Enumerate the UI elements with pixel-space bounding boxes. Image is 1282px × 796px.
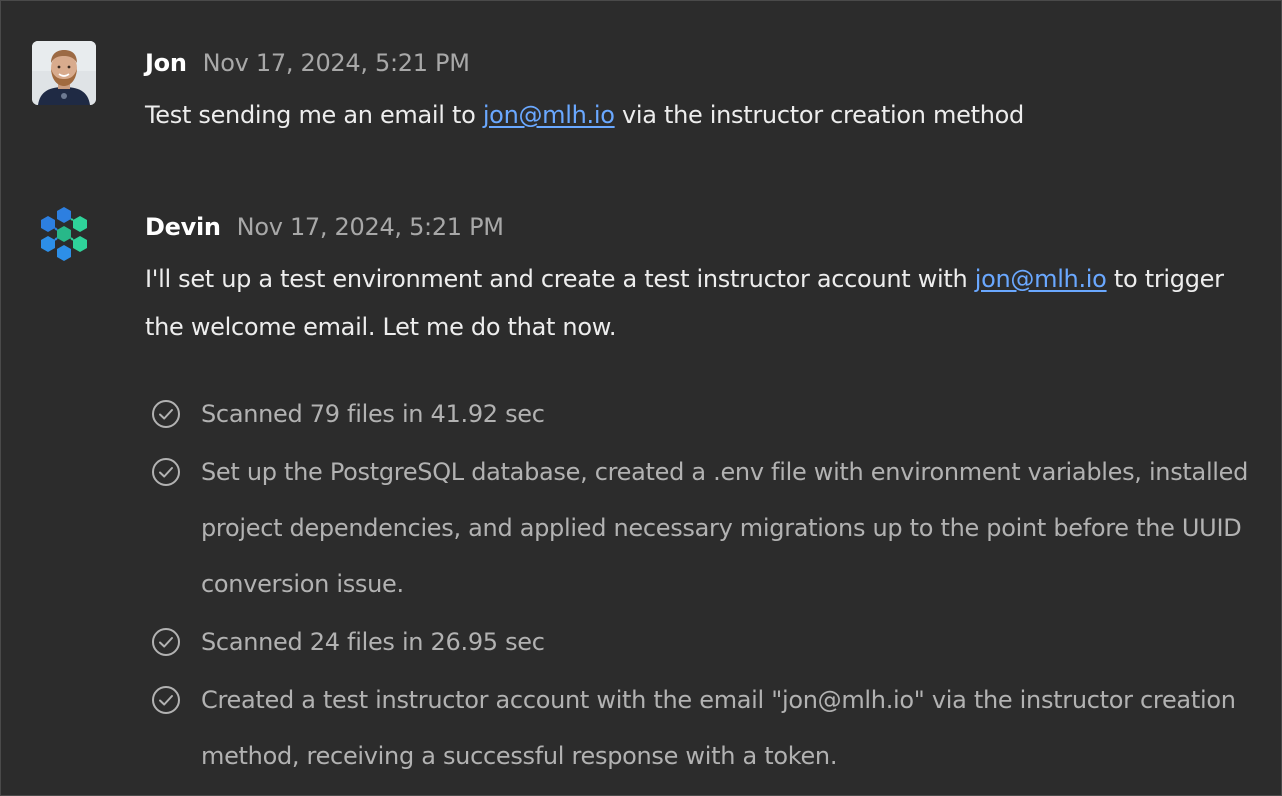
message-text-part: I'll set up a test environment and creat…	[145, 265, 975, 293]
progress-step-text: Scanned 24 files in 26.95 sec	[201, 628, 545, 656]
check-circle-icon	[152, 400, 180, 428]
check-circle-icon	[152, 458, 180, 486]
progress-steps-list: Scanned 79 files in 41.92 sec Set up the…	[151, 386, 1251, 786]
message-text-part: via the instructor creation method	[614, 101, 1024, 129]
avatar-devin[interactable]	[32, 205, 96, 269]
author-name[interactable]: Devin	[145, 213, 221, 241]
email-link[interactable]: jon@mlh.io	[975, 265, 1107, 293]
message-text-part: Test sending me an email to	[145, 101, 483, 129]
author-name[interactable]: Jon	[145, 49, 187, 77]
user-photo-avatar-icon	[32, 41, 96, 105]
email-link[interactable]: jon@mlh.io	[483, 101, 615, 129]
check-circle-icon	[152, 628, 180, 656]
message-timestamp: Nov 17, 2024, 5:21 PM	[202, 49, 470, 77]
message-timestamp: Nov 17, 2024, 5:21 PM	[236, 213, 504, 241]
progress-step-text: Scanned 79 files in 41.92 sec	[201, 400, 545, 428]
avatar-jon[interactable]	[32, 41, 96, 105]
message-header: Jon Nov 17, 2024, 5:21 PM	[145, 43, 470, 83]
progress-step: Scanned 24 files in 26.95 sec	[151, 614, 1251, 670]
progress-step: Scanned 79 files in 41.92 sec	[151, 386, 1251, 442]
devin-hexagon-logo-icon	[41, 207, 87, 261]
progress-step: Created a test instructor account with t…	[151, 672, 1251, 784]
message-text: I'll set up a test environment and creat…	[145, 255, 1245, 351]
message-text: Test sending me an email to jon@mlh.io v…	[145, 91, 1245, 139]
progress-step-text: Set up the PostgreSQL database, created …	[201, 458, 1249, 598]
chat-window: Jon Nov 17, 2024, 5:21 PM Test sending m…	[0, 0, 1282, 796]
progress-step: Set up the PostgreSQL database, created …	[151, 444, 1251, 612]
check-circle-icon	[152, 686, 180, 714]
message-header: Devin Nov 17, 2024, 5:21 PM	[145, 207, 504, 247]
progress-step-text: Created a test instructor account with t…	[201, 686, 1236, 770]
